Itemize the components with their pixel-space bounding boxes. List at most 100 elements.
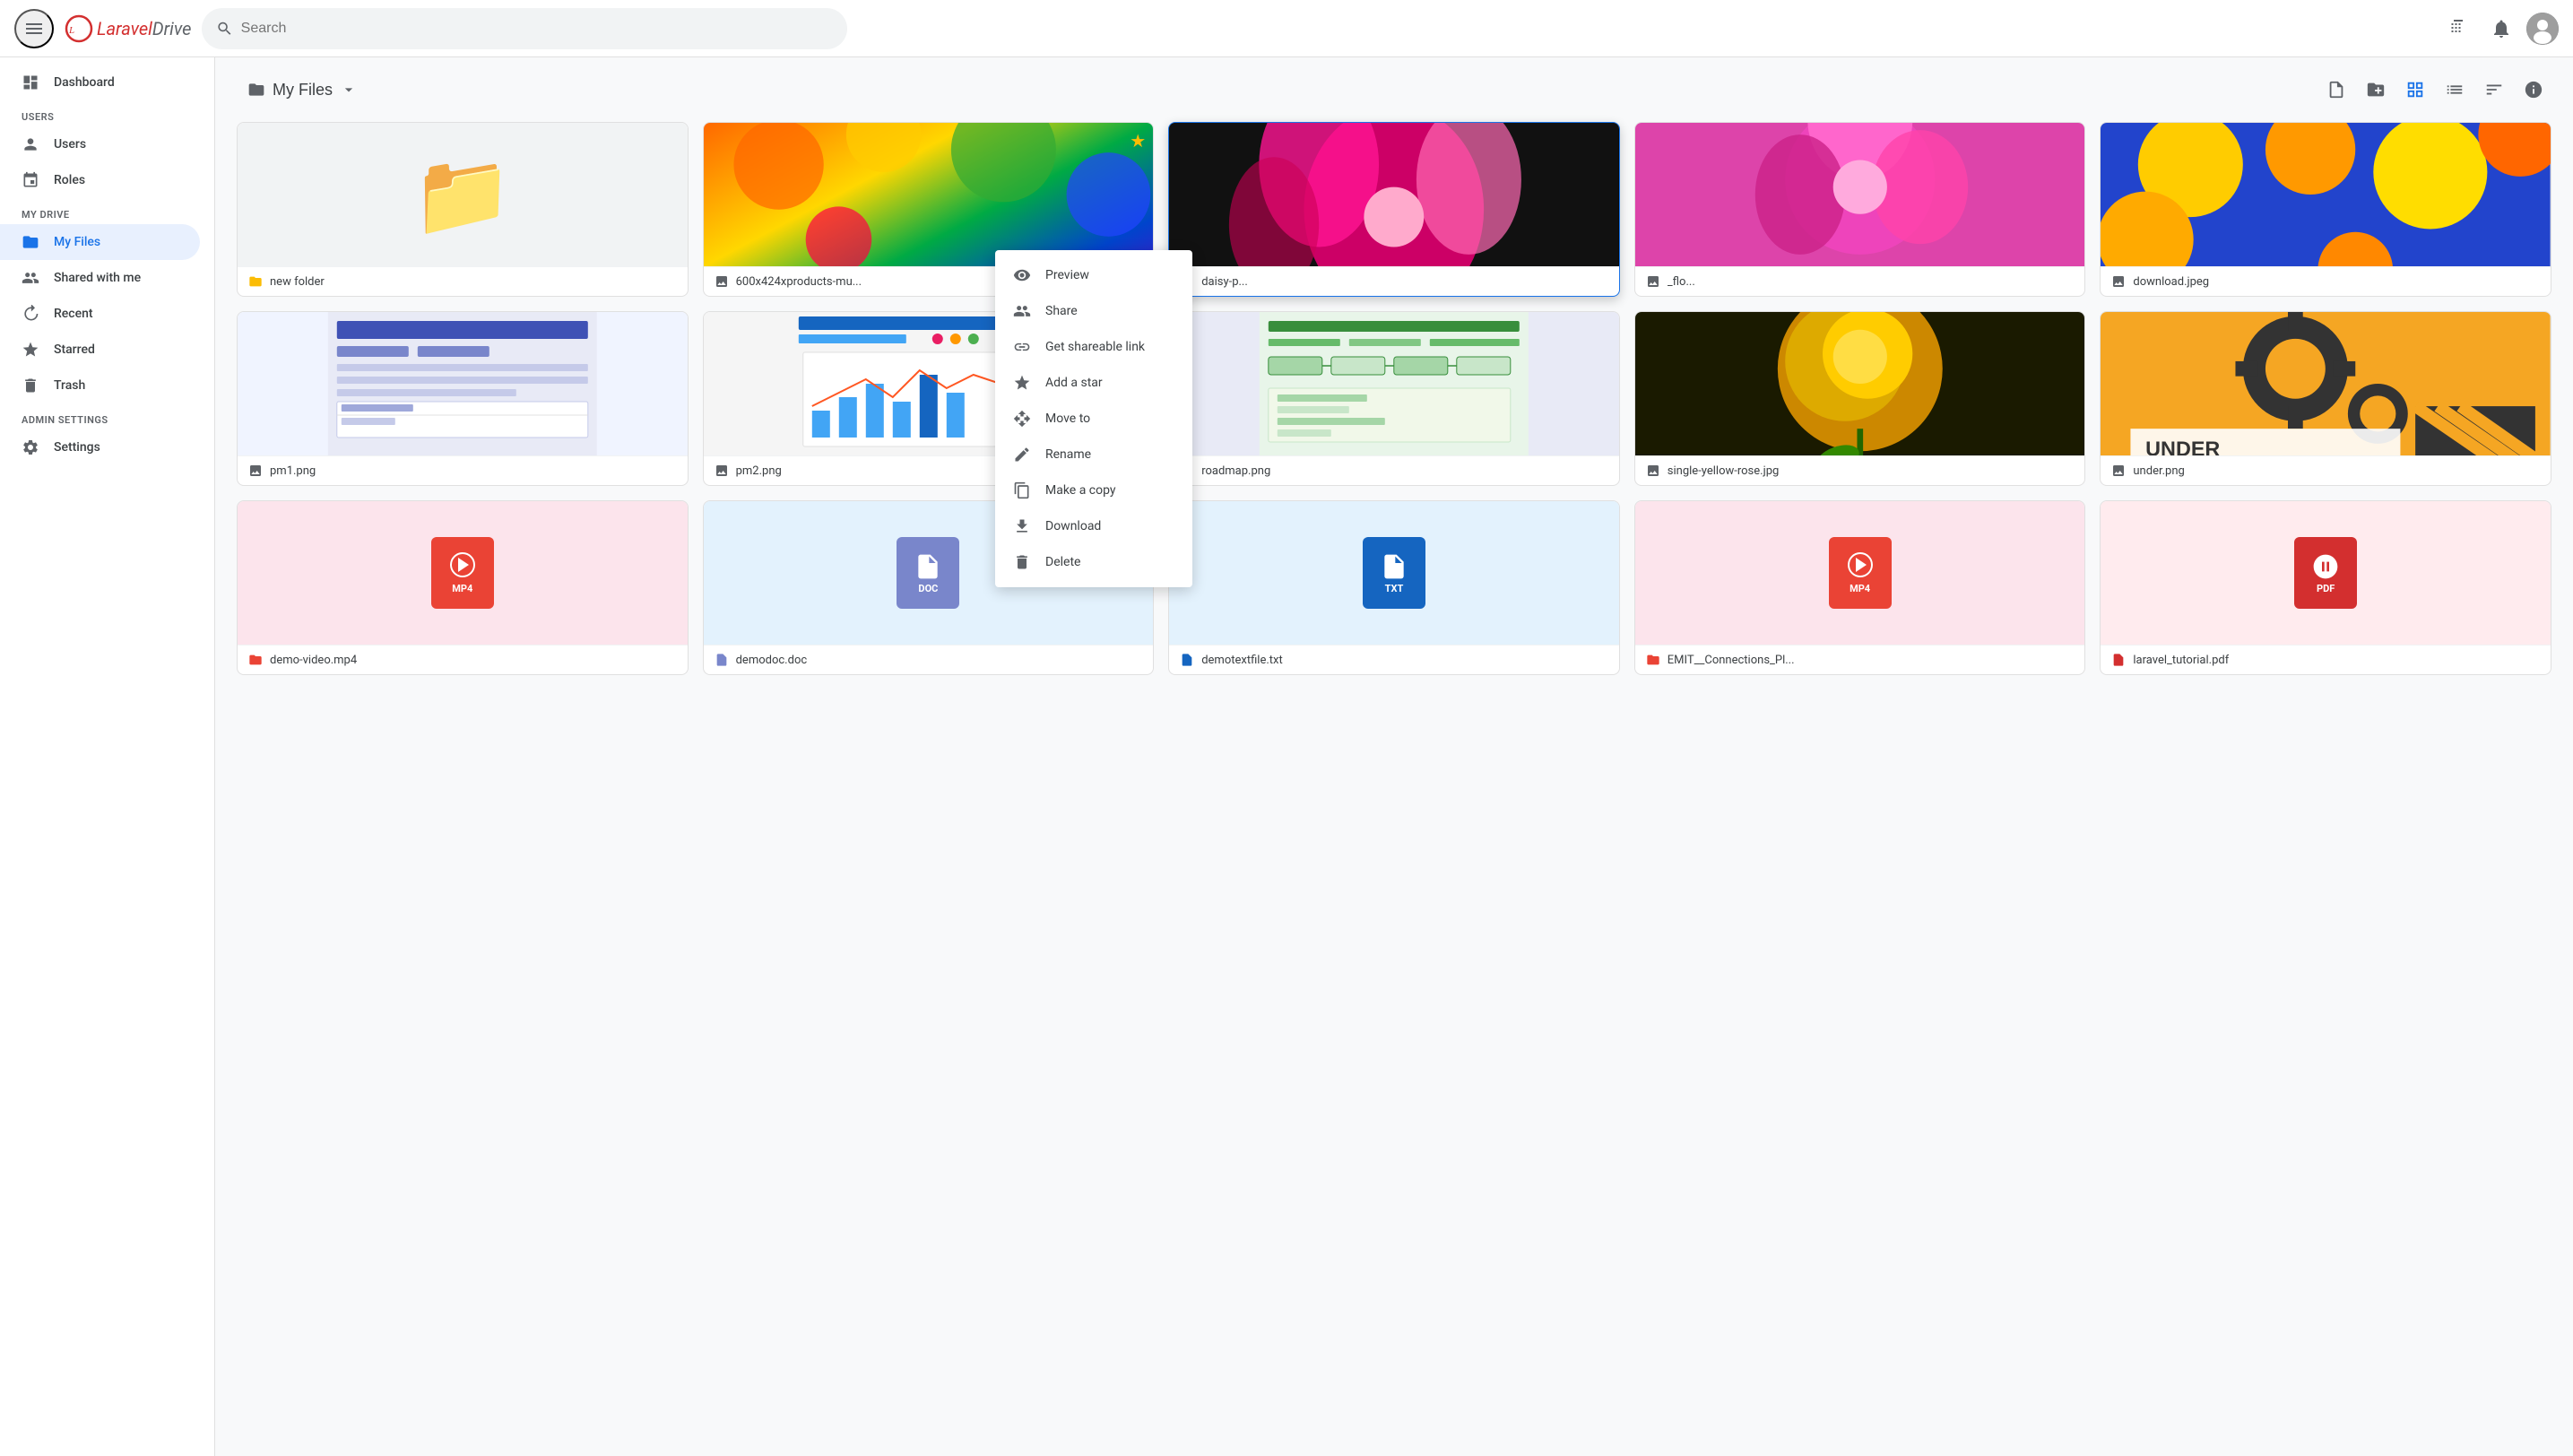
file-thumb-under: UNDER CONSTRUCTION [2101,312,2551,455]
list-view-button[interactable] [2437,72,2473,108]
file-name-laravel-pdf: laravel_tutorial.pdf [2133,654,2229,667]
file-card-emit[interactable]: MP4 EMIT__Connections_Pl... [1634,500,2086,675]
file-card-download-jpeg[interactable]: download.jpeg [2100,122,2551,297]
file-card-pm1[interactable]: pm1.png [237,311,689,486]
menu-button[interactable] [14,9,54,48]
sidebar-item-dashboard[interactable]: Dashboard [0,65,200,100]
context-item-move-to[interactable]: Move to [995,401,1192,437]
context-item-make-copy[interactable]: Make a copy [995,472,1192,508]
sidebar-item-trash[interactable]: Trash [0,368,200,403]
files-title-label: My Files [273,81,333,100]
notifications-button[interactable] [2483,11,2519,47]
file-card-demotextfile[interactable]: TXT demotextfile.txt [1168,500,1620,675]
txt-type-icon [1180,653,1194,667]
move-icon [1013,410,1031,428]
image-type-icon-under [2111,464,2126,478]
avatar[interactable] [2526,13,2559,45]
file-card-daisy[interactable]: daisy-p... [1168,122,1620,297]
context-label-rename: Rename [1045,447,1091,462]
file-card-under[interactable]: UNDER CONSTRUCTION under.png [2100,311,2551,486]
file-info-under: under.png [2101,455,2551,485]
download-icon [1013,517,1031,535]
file-card-new-folder[interactable]: 📁 new folder [237,122,689,297]
file-info-download-jpeg: download.jpeg [2101,266,2551,296]
pdf-type-icon [2111,653,2126,667]
sidebar-item-my-files[interactable]: My Files [0,224,200,260]
file-thumb-yellow-rose [1635,312,2085,455]
file-info-demodoc: demodoc.doc [704,645,1154,674]
apps-button[interactable] [2440,11,2476,47]
sidebar-item-starred[interactable]: Starred [0,332,200,368]
file-card-yellow-rose[interactable]: single-yellow-rose.jpg [1634,311,2086,486]
new-folder-button[interactable] [2358,72,2394,108]
context-label-preview: Preview [1045,268,1089,282]
doc-type-icon [715,653,729,667]
upload-file-button[interactable] [2318,72,2354,108]
file-card-laravel-pdf[interactable]: PDF laravel_tutorial.pdf [2100,500,2551,675]
sidebar-item-recent[interactable]: Recent [0,296,200,332]
sidebar-label-my-files: My Files [54,235,100,249]
file-grid: 📁 new folder [237,122,2551,675]
sort-button[interactable] [2476,72,2512,108]
file-info-emit: EMIT__Connections_Pl... [1635,645,2085,674]
file-name-new-folder: new folder [270,275,325,289]
search-input[interactable] [241,21,834,37]
sidebar-section-my-drive: My Drive [0,198,214,224]
search-bar [202,8,847,49]
context-item-get-link[interactable]: Get shareable link [995,329,1192,365]
sidebar-item-users[interactable]: Users [0,126,200,162]
file-thumb-emit: MP4 [1635,501,2085,645]
sidebar-item-settings[interactable]: Settings [0,429,200,465]
context-item-share[interactable]: Share [995,293,1192,329]
files-dropdown-icon [340,81,358,99]
file-thumb-demotextfile: TXT [1169,501,1619,645]
sidebar-section-users: Users [0,100,214,126]
sidebar-label-settings: Settings [54,440,100,455]
context-item-delete[interactable]: Delete [995,544,1192,580]
info-button[interactable] [2516,72,2551,108]
sidebar-item-roles[interactable]: Roles [0,162,200,198]
file-info-demotextfile: demotextfile.txt [1169,645,1619,674]
file-name-pm2: pm2.png [736,464,782,478]
file-thumb-daisy [1169,123,1619,266]
mp4-type-icon [248,653,263,667]
search-icon [216,20,233,38]
files-title-button[interactable]: My Files [237,74,368,107]
context-label-make-copy: Make a copy [1045,483,1116,498]
file-name-daisy: daisy-p... [1201,275,1248,289]
context-item-add-star[interactable]: Add a star [995,365,1192,401]
file-thumb-laravel-pdf: PDF [2101,501,2551,645]
file-name-demo-video: demo-video.mp4 [270,654,357,667]
grid-view-button[interactable] [2397,72,2433,108]
context-label-move-to: Move to [1045,412,1090,426]
context-label-share: Share [1045,304,1078,318]
topbar-actions [2440,11,2559,47]
layout: Dashboard Users Users Roles My Drive My … [0,57,2573,1456]
logo[interactable]: L LaravelDrive [65,14,191,43]
context-item-download[interactable]: Download [995,508,1192,544]
file-name-demotextfile: demotextfile.txt [1201,654,1283,667]
context-item-rename[interactable]: Rename [995,437,1192,472]
file-card-flo[interactable]: _flo... [1634,122,2086,297]
settings-icon [22,438,39,456]
file-info-demo-video: demo-video.mp4 [238,645,688,674]
topbar: L LaravelDrive [0,0,2573,57]
trash-icon [22,377,39,394]
sidebar-label-recent: Recent [54,307,93,321]
file-thumb-flo [1635,123,2085,266]
sidebar-item-shared[interactable]: Shared with me [0,260,200,296]
copy-icon [1013,481,1031,499]
file-thumb-download-jpeg [2101,123,2551,266]
file-card-demo-video[interactable]: MP4 demo-video.mp4 [237,500,689,675]
context-label-get-link: Get shareable link [1045,340,1145,354]
context-menu: Preview Share Get shareable link Add a s… [995,250,1192,587]
sidebar-label-shared: Shared with me [54,271,141,285]
my-files-icon [22,233,39,251]
context-label-add-star: Add a star [1045,376,1103,390]
file-card-roadmap[interactable]: roadmap.png [1168,311,1620,486]
context-item-preview[interactable]: Preview [995,257,1192,293]
file-thumb-pm1 [238,312,688,455]
file-thumb-demo-video: MP4 [238,501,688,645]
file-info-new-folder: new folder [238,266,688,296]
file-name-pm1: pm1.png [270,464,316,478]
